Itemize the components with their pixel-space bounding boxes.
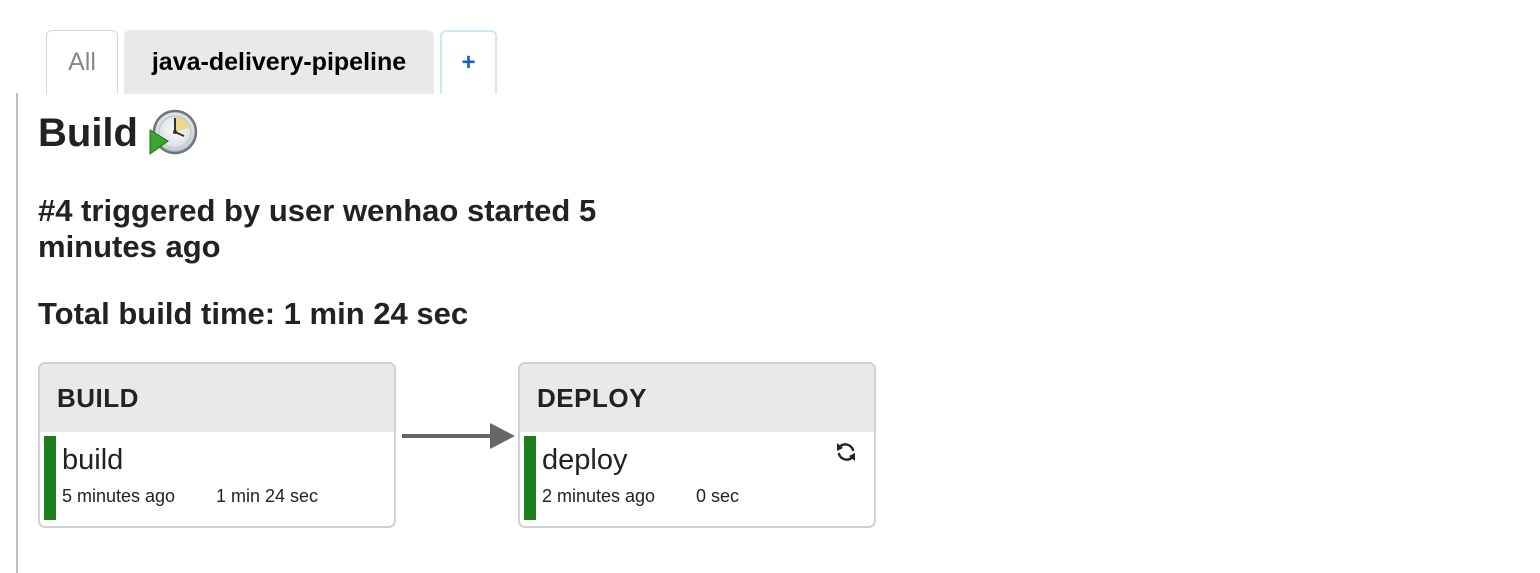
page-header: Build xyxy=(38,108,198,158)
job-card-build[interactable]: build 5 minutes ago 1 min 24 sec xyxy=(40,432,394,526)
add-view-tab[interactable]: + xyxy=(440,30,497,94)
job-start-time: 2 minutes ago xyxy=(542,486,656,506)
tab-all[interactable]: All xyxy=(46,30,118,94)
total-build-time: Total build time: 1 min 24 sec xyxy=(38,296,469,331)
job-duration: 1 min 24 sec xyxy=(216,486,319,506)
view-tabs: All java-delivery-pipeline + xyxy=(46,28,503,94)
job-name[interactable]: build xyxy=(62,444,123,477)
stage-header: DEPLOY xyxy=(520,364,874,432)
stage-connector-arrow xyxy=(402,423,515,449)
job-name[interactable]: deploy xyxy=(542,444,627,477)
job-duration: 0 sec xyxy=(696,486,740,506)
status-success-indicator xyxy=(44,436,56,520)
content-divider xyxy=(16,93,18,573)
job-card-deploy[interactable]: deploy 2 minutes ago 0 sec xyxy=(520,432,874,526)
status-success-indicator xyxy=(524,436,536,520)
tab-java-delivery-pipeline[interactable]: java-delivery-pipeline xyxy=(124,30,434,94)
build-trigger-info: #4 triggered by user wenhao started 5 mi… xyxy=(38,193,597,264)
build-in-progress-icon xyxy=(149,109,198,155)
stage-deploy: DEPLOY deploy 2 minutes ago 0 sec xyxy=(518,362,876,528)
job-start-time: 5 minutes ago xyxy=(62,486,176,506)
page-title: Build xyxy=(38,110,138,155)
stage-build: BUILD build 5 minutes ago 1 min 24 sec xyxy=(38,362,396,528)
refresh-icon[interactable] xyxy=(834,440,858,464)
stage-header: BUILD xyxy=(40,364,394,432)
